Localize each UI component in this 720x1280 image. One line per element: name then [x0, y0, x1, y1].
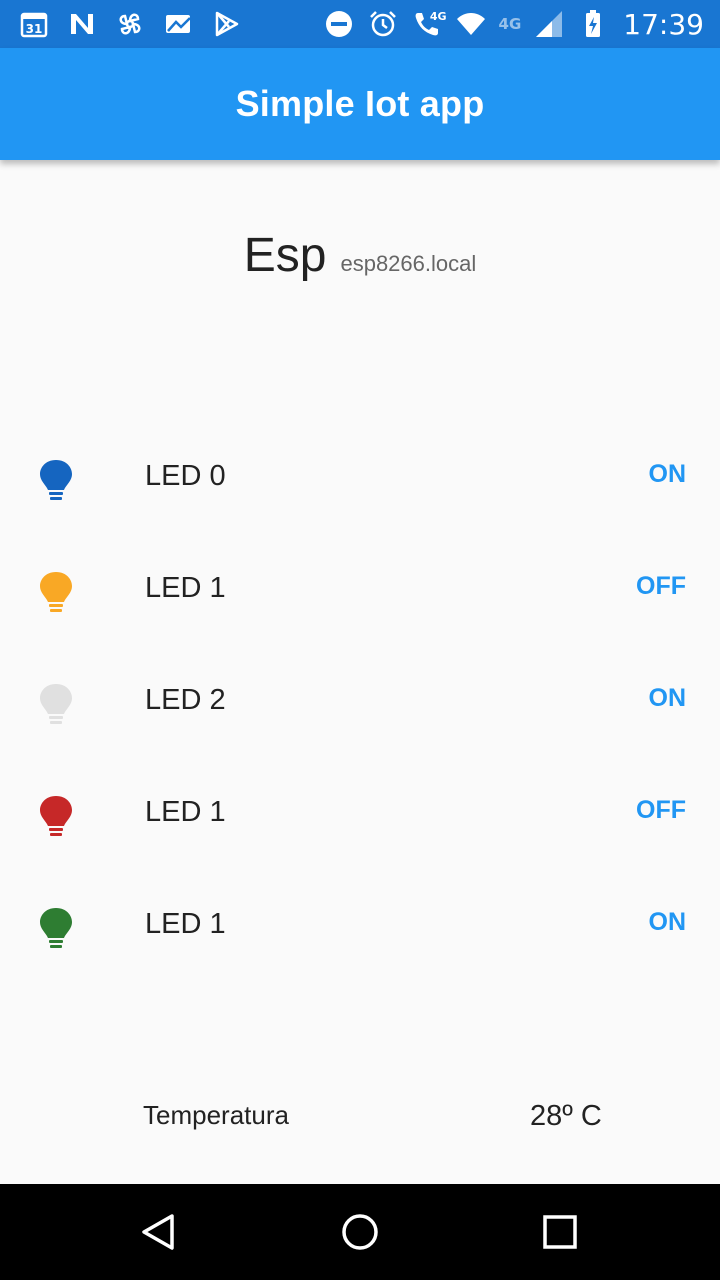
lightbulb-icon	[36, 570, 76, 614]
led-toggle-button[interactable]: ON	[649, 680, 687, 717]
led-label: LED 1	[145, 796, 226, 828]
status-bar: 31 4G 4G 17:39	[0, 0, 720, 48]
calendar-icon: 31	[18, 8, 50, 40]
temperature-label: Temperatura	[143, 1100, 289, 1130]
battery-charging-icon	[577, 8, 609, 40]
status-bar-left: 31	[18, 0, 242, 48]
lightbulb-icon	[36, 906, 76, 950]
recent-apps-icon[interactable]	[536, 1208, 584, 1256]
led-row: LED 1 OFF	[0, 760, 720, 872]
led-label: LED 1	[145, 908, 226, 940]
photo-icon	[162, 8, 194, 40]
led-row: LED 0 ON	[0, 424, 720, 536]
device-header: Esp esp8266.local	[0, 228, 720, 298]
svg-text:31: 31	[26, 22, 43, 36]
led-label: LED 0	[145, 460, 226, 492]
navigation-bar	[0, 1184, 720, 1280]
led-toggle-button[interactable]: ON	[649, 904, 687, 941]
device-host: esp8266.local	[340, 251, 477, 276]
status-bar-right: 4G 4G 17:39	[323, 0, 704, 48]
led-list: LED 0 ON LED 1 OFF LED 2 ON LED 1 OFF LE…	[0, 424, 720, 984]
led-toggle-button[interactable]: OFF	[636, 568, 686, 605]
n-notification-icon	[66, 8, 98, 40]
status-time: 17:39	[623, 7, 704, 41]
wifi-icon	[455, 8, 487, 40]
led-row: LED 2 ON	[0, 648, 720, 760]
device-name: Esp	[243, 229, 327, 282]
home-icon[interactable]	[336, 1208, 384, 1256]
app-title: Simple Iot app	[235, 83, 485, 124]
led-row: LED 1 OFF	[0, 536, 720, 648]
back-icon[interactable]	[136, 1208, 184, 1256]
led-row: LED 1 ON	[0, 872, 720, 984]
do-not-disturb-icon	[323, 8, 355, 40]
wifi-calling-icon: 4G	[411, 8, 447, 40]
temperature-value: 28º C	[530, 1100, 602, 1132]
app-bar: Simple Iot app	[0, 48, 720, 160]
lightbulb-icon	[36, 794, 76, 838]
pinwheel-icon	[114, 8, 146, 40]
play-store-icon	[210, 8, 242, 40]
led-toggle-button[interactable]: ON	[649, 456, 687, 493]
lightbulb-icon	[36, 682, 76, 726]
temperature-row: Temperatura 28º C	[0, 1094, 720, 1144]
alarm-icon	[367, 8, 399, 40]
lightbulb-icon	[36, 458, 76, 502]
led-label: LED 2	[145, 684, 226, 716]
led-label: LED 1	[145, 572, 226, 604]
signal-icon	[533, 8, 565, 40]
led-toggle-button[interactable]: OFF	[636, 792, 686, 829]
app-screen: 31 4G 4G 17:39 Simple Iot app Esp esp826…	[0, 0, 720, 1280]
network-label-4g-b: 4G	[498, 15, 522, 33]
network-label-4g-a: 4G	[429, 10, 447, 23]
